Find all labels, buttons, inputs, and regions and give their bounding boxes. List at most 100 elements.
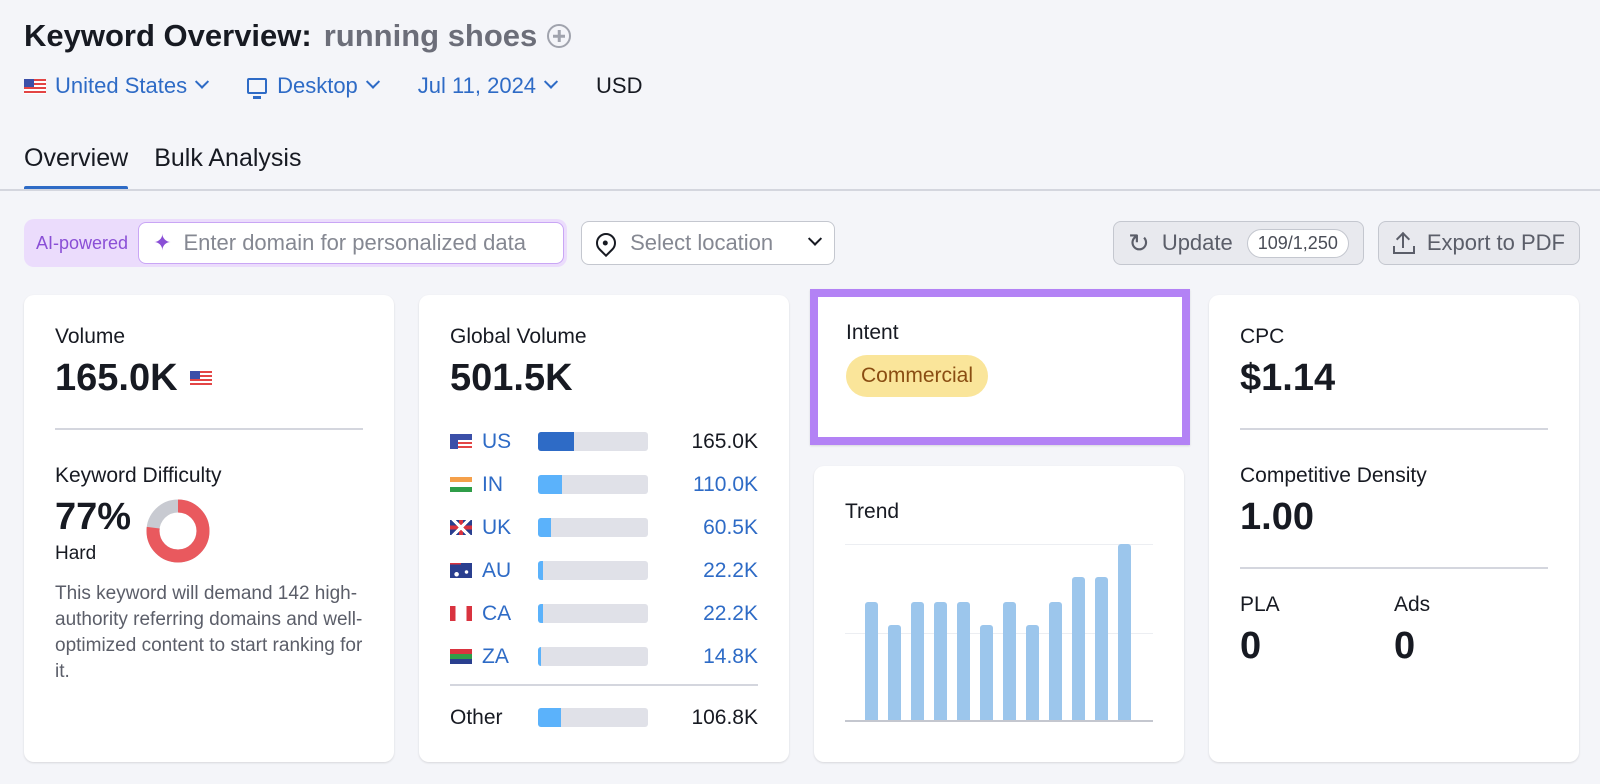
country-dropdown[interactable]: United States (24, 73, 210, 99)
tab-overview[interactable]: Overview (24, 140, 129, 190)
export-icon (1392, 231, 1415, 254)
country-share-fill (538, 432, 575, 451)
trend-bar[interactable] (1003, 602, 1016, 720)
country-code-link[interactable]: UK (482, 516, 538, 540)
country-share-bar (538, 647, 648, 666)
update-counter: 109/1,250 (1246, 228, 1349, 258)
intent-label: Intent (846, 321, 899, 344)
country-row-ca: CA 22.2K (450, 592, 758, 635)
trend-bar[interactable] (980, 624, 993, 720)
country-row-other: Other 106.8K (450, 696, 758, 739)
country-code-link[interactable]: US (482, 430, 538, 454)
za-flag-icon (450, 649, 472, 664)
refresh-icon: ↻ (1128, 227, 1150, 258)
page-header: Keyword Overview: running shoes United S… (24, 16, 643, 104)
keyword-text: running shoes (323, 18, 538, 53)
country-share-bar (538, 518, 648, 537)
tab-bulk-analysis[interactable]: Bulk Analysis (154, 140, 301, 190)
country-volume-value[interactable]: 14.8K (703, 645, 758, 669)
divider (55, 428, 363, 430)
tab-divider (0, 189, 1600, 191)
country-share-fill (538, 561, 543, 580)
update-label: Update (1161, 230, 1233, 255)
date-dropdown[interactable]: Jul 11, 2024 (417, 73, 559, 99)
country-row-uk: UK 60.5K (450, 506, 758, 549)
intent-card: Intent Commercial (810, 289, 1190, 445)
domain-input[interactable] (183, 230, 554, 256)
country-share-bar (538, 432, 648, 451)
other-share-fill (538, 708, 562, 727)
country-label: United States (55, 73, 188, 98)
country-code-link[interactable]: ZA (482, 645, 538, 669)
trend-label: Trend (845, 500, 900, 523)
update-button[interactable]: ↻ Update 109/1,250 (1113, 221, 1364, 265)
add-keyword-icon[interactable] (547, 24, 572, 48)
ads-value: 0 (1394, 625, 1416, 667)
domain-input-wrap[interactable]: ✦ (138, 222, 565, 264)
chevron-down-icon (807, 231, 823, 246)
cpc-card: CPC $1.14 Competitive Density 1.00 PLA 0… (1209, 295, 1579, 762)
density-label: Competitive Density (1240, 464, 1427, 487)
country-volume-value[interactable]: 110.0K (693, 473, 758, 497)
density-value: 1.00 (1240, 496, 1314, 538)
kd-label: Keyword Difficulty (55, 464, 222, 487)
kd-value: 77% (55, 496, 132, 538)
trend-bar[interactable] (865, 602, 878, 720)
country-volume-value[interactable]: 22.2K (703, 559, 758, 583)
currency-label: USD (596, 73, 643, 98)
location-pin-icon (591, 228, 621, 258)
trend-bar[interactable] (1095, 577, 1108, 720)
chevron-down-icon (365, 74, 380, 89)
country-code-link[interactable]: AU (482, 559, 538, 583)
export-label: Export to PDF (1426, 230, 1565, 255)
global-volume-card: Global Volume 501.5K US 165.0K IN 110.0K UK 6… (419, 295, 789, 762)
trend-chart (845, 544, 1153, 722)
us-flag-icon (450, 434, 472, 449)
country-row-in: IN 110.0K (450, 463, 758, 506)
volume-label: Volume (55, 325, 126, 348)
location-select[interactable]: Select location (581, 221, 836, 265)
country-volume-value[interactable]: 22.2K (703, 602, 758, 626)
trend-bar[interactable] (1072, 577, 1085, 720)
kd-description: This keyword will demand 142 high-author… (55, 583, 363, 682)
in-flag-icon (450, 477, 472, 492)
country-code-link[interactable]: CA (482, 602, 538, 626)
filter-bar: United States Desktop Jul 11, 2024 USD (24, 68, 643, 104)
country-share-fill (538, 604, 543, 623)
trend-bar[interactable] (1049, 602, 1062, 720)
country-share-bar (538, 561, 648, 580)
trend-bar[interactable] (911, 602, 924, 720)
country-row-za: ZA 14.8K (450, 635, 758, 678)
trend-bar[interactable] (1026, 624, 1039, 720)
volume-value: 165.0K (55, 357, 178, 399)
country-share-fill (538, 518, 552, 537)
country-share-bar (538, 475, 648, 494)
au-flag-icon (450, 563, 472, 578)
trend-bar[interactable] (934, 602, 947, 720)
trend-bar[interactable] (957, 602, 970, 720)
date-label: Jul 11, 2024 (417, 73, 537, 98)
chevron-down-icon (195, 74, 210, 89)
country-code-link[interactable]: IN (482, 473, 538, 497)
cpc-label: CPC (1240, 325, 1285, 348)
country-row-us: US 165.0K (450, 420, 758, 463)
country-volume-value[interactable]: 60.5K (703, 516, 758, 540)
gridline (845, 544, 1153, 545)
device-dropdown[interactable]: Desktop (247, 73, 380, 99)
kd-donut-chart (146, 499, 210, 563)
intent-badge: Commercial (846, 355, 989, 397)
us-flag-icon (24, 78, 46, 94)
toolbar: AI-powered ✦ Select location ↻ Update 10… (24, 219, 1580, 267)
uk-flag-icon (450, 520, 472, 535)
location-placeholder: Select location (630, 230, 774, 255)
export-pdf-button[interactable]: Export to PDF (1377, 221, 1580, 265)
desktop-icon (247, 78, 268, 99)
chevron-down-icon (543, 74, 559, 89)
trend-bar[interactable] (1118, 544, 1131, 720)
trend-bar[interactable] (888, 624, 901, 720)
device-label: Desktop (277, 73, 358, 98)
country-share-bar (538, 604, 648, 623)
other-volume-value: 106.8K (691, 705, 758, 729)
divider (450, 684, 758, 686)
country-share-fill (538, 647, 542, 666)
